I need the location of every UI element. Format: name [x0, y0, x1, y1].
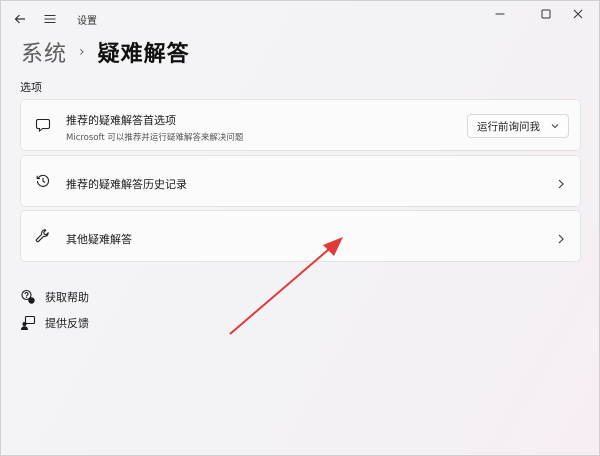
window-title: 设置 [77, 16, 97, 27]
preference-dropdown[interactable]: 运行前询问我 [467, 114, 569, 138]
back-arrow-icon[interactable] [7, 7, 33, 31]
card-title: 推荐的疑难解答首选项 [66, 114, 176, 127]
get-help-label: 获取帮助 [45, 291, 89, 304]
dropdown-value: 运行前询问我 [477, 120, 540, 133]
chevron-down-icon [550, 121, 560, 134]
minimize-icon[interactable] [477, 1, 523, 27]
hamburger-icon[interactable] [37, 7, 63, 31]
history-icon [33, 171, 53, 191]
get-help-link[interactable]: 获取帮助 [20, 289, 89, 305]
page-title: 疑难解答 [97, 42, 190, 67]
card-subtitle: Microsoft 可以推荐并运行疑难解答来解决问题 [66, 133, 244, 143]
feedback-icon [20, 315, 36, 331]
card-recommended-preferences: 推荐的疑难解答首选项 Microsoft 可以推荐并运行疑难解答来解决问题 运行… [20, 99, 581, 151]
chat-bubble-icon [33, 115, 53, 135]
breadcrumb-separator: › [79, 44, 86, 60]
title-bar: 设置 [1, 1, 599, 37]
settings-window: 设置 系统 › 疑难解答 选项 推荐的疑难解答首选项 Microsoft 可以推… [0, 0, 600, 456]
help-icon [20, 289, 36, 305]
wrench-icon [33, 226, 53, 246]
section-label: 选项 [20, 81, 42, 94]
breadcrumb: 系统 › 疑难解答 [21, 35, 190, 69]
give-feedback-link[interactable]: 提供反馈 [20, 315, 89, 331]
card-other-troubleshooters[interactable]: 其他疑难解答 [20, 210, 581, 262]
give-feedback-label: 提供反馈 [45, 317, 89, 330]
chevron-right-icon [556, 175, 566, 194]
card-troubleshoot-history[interactable]: 推荐的疑难解答历史记录 [20, 155, 581, 207]
close-icon[interactable] [555, 1, 599, 27]
chevron-right-icon [556, 230, 566, 249]
breadcrumb-parent[interactable]: 系统 [21, 36, 67, 68]
card-title: 推荐的疑难解答历史记录 [66, 178, 187, 191]
card-title: 其他疑难解答 [66, 233, 132, 246]
